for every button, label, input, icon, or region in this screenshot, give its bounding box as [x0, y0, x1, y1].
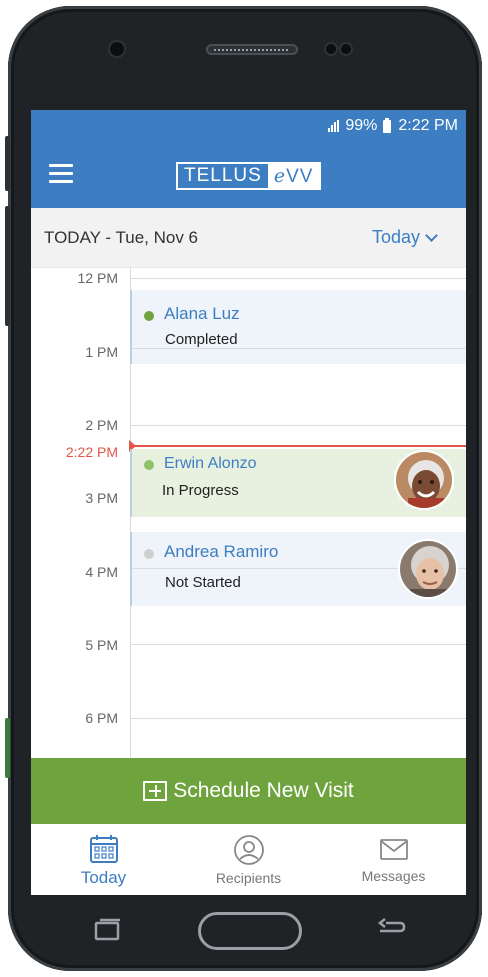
sensor-icon [326, 44, 336, 54]
status-bar: 99% 2:22 PM [31, 110, 466, 142]
today-dropdown-label: Today [371, 227, 420, 247]
visit-recipient-name: Andrea Ramiro [164, 542, 279, 561]
today-dropdown[interactable]: Today [371, 227, 438, 248]
hour-label: 2 PM [85, 417, 118, 433]
app-screen: 99% 2:22 PM TELLUS eVV TODAY - Tue, Nov … [31, 110, 466, 895]
sensor-icon [341, 44, 351, 54]
schedule-new-visit-button[interactable]: Schedule New Visit [31, 758, 466, 824]
battery-percent: 99% [345, 117, 378, 134]
app-bar: TELLUS eVV [31, 142, 466, 208]
volume-down-button [5, 206, 10, 326]
hour-label: 4 PM [85, 564, 118, 580]
volume-up-button [5, 136, 10, 191]
hour-line [130, 425, 466, 426]
add-calendar-icon [143, 781, 168, 801]
visit-card[interactable]: Alana Luz Completed [130, 290, 466, 364]
tab-today-label: Today [80, 868, 127, 887]
envelope-icon [379, 839, 408, 860]
tellus-evv-logo: TELLUS eVV [176, 162, 322, 190]
visit-status: Not Started [165, 574, 241, 591]
clock: 2:22 PM [398, 117, 458, 134]
visit-card[interactable]: Andrea Ramiro Not Started [130, 532, 466, 606]
back-icon[interactable] [372, 917, 408, 943]
visit-status: In Progress [162, 482, 239, 499]
current-time-label: 2:22 PM [65, 444, 118, 460]
date-header: TODAY - Tue, Nov 6 Today [31, 208, 466, 268]
date-title: TODAY - Tue, Nov 6 [44, 228, 199, 247]
hour-line [132, 348, 466, 349]
tab-messages-label: Messages [361, 868, 426, 884]
recipient-avatar [398, 539, 458, 599]
visit-status: Completed [165, 331, 238, 348]
schedule-new-visit-label: Schedule New Visit [173, 779, 354, 802]
recipient-avatar [394, 450, 454, 510]
chevron-down-icon [425, 228, 438, 242]
visit-card[interactable]: Erwin Alonzo In Progress [130, 449, 466, 517]
hour-line [130, 644, 466, 645]
hour-label: 5 PM [85, 637, 118, 653]
recent-apps-icon[interactable] [90, 917, 124, 943]
front-camera-icon [110, 42, 124, 56]
earpiece-speaker [206, 44, 298, 55]
battery-icon [383, 117, 392, 133]
bottom-tab-bar: Today Recipients Messages [31, 824, 466, 895]
signal-icon [328, 120, 340, 132]
hour-label: 3 PM [85, 490, 118, 506]
logo-text-tellus: TELLUS [184, 165, 262, 186]
hour-label: 1 PM [85, 344, 118, 360]
hour-line [130, 278, 466, 279]
status-dot [144, 460, 154, 470]
hour-label: 12 PM [77, 270, 118, 286]
menu-icon[interactable] [49, 164, 73, 184]
visit-recipient-name: Erwin Alonzo [164, 455, 257, 472]
current-time-line [130, 445, 466, 447]
hardware-nav-keys [0, 895, 488, 965]
hour-line [130, 718, 466, 719]
hour-label: 6 PM [85, 710, 118, 726]
logo-text-evv: eVV [267, 164, 320, 188]
tab-today[interactable]: Today [31, 824, 176, 895]
status-dot [144, 311, 154, 321]
calendar-icon [89, 835, 118, 863]
day-timeline[interactable]: 12 PM 1 PM 2 PM 2:22 PM 3 PM 4 PM 5 PM 6… [31, 268, 466, 758]
visit-recipient-name: Alana Luz [164, 304, 240, 323]
home-button[interactable] [198, 912, 302, 950]
person-icon [233, 835, 264, 865]
tab-recipients-label: Recipients [215, 870, 282, 886]
tab-messages[interactable]: Messages [321, 824, 466, 895]
side-key [5, 718, 10, 778]
status-dot [144, 549, 154, 559]
tab-recipients[interactable]: Recipients [176, 824, 321, 895]
